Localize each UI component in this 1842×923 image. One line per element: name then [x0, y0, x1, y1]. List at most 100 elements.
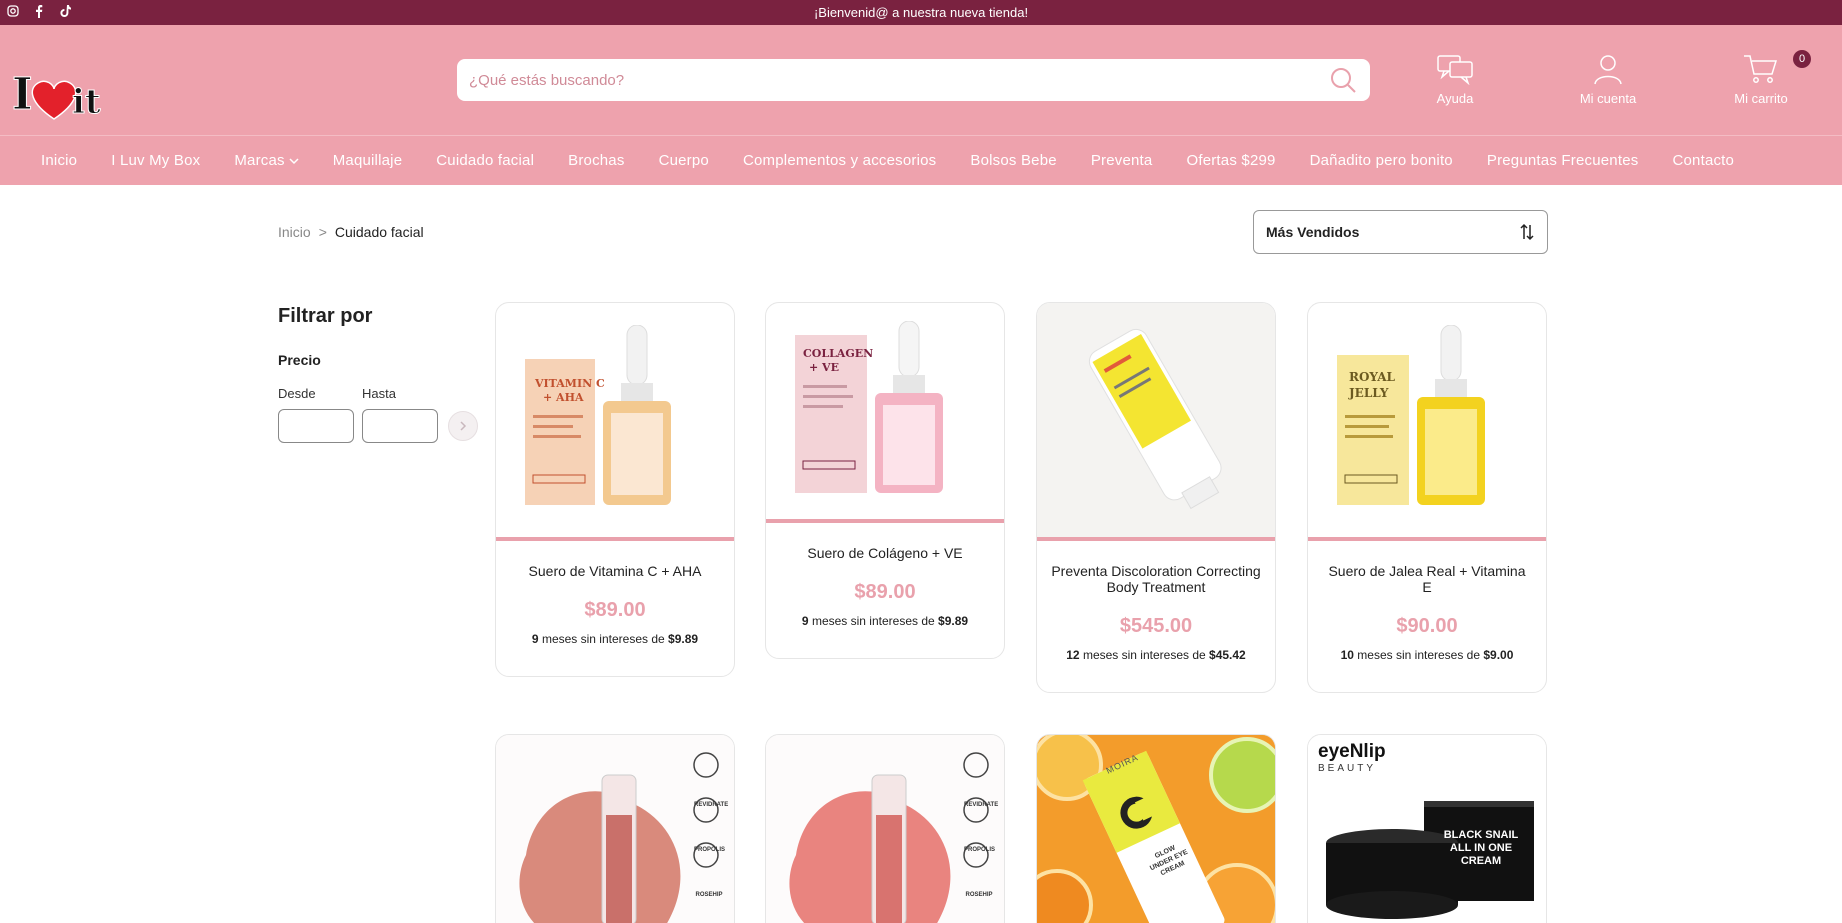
installment-amount: $9.00: [1483, 648, 1514, 662]
chat-icon: [1437, 55, 1473, 85]
installments-info: 9 meses sin intereses de $9.89: [496, 632, 734, 646]
product-card[interactable]: Preventa Discoloration Correcting Body T…: [1036, 302, 1276, 693]
product-card[interactable]: REVIDRATE PROPOLIS ROSEHIP: [765, 734, 1005, 923]
installment-text: meses sin intereses de: [811, 614, 935, 628]
nav-item-brochas[interactable]: Brochas: [568, 152, 624, 169]
nav-item-complementos[interactable]: Complementos y accesorios: [743, 152, 936, 169]
chevron-right-icon: [460, 421, 467, 431]
nav-item-bolsos-bebe[interactable]: Bolsos Bebe: [970, 152, 1056, 169]
product-price: $90.00: [1396, 615, 1458, 637]
site-header: I it ¿Qué estás buscando? Ayuda Mi cuent…: [0, 25, 1842, 135]
nav-item-marcas[interactable]: Marcas: [234, 152, 299, 169]
product-card[interactable]: COLLAGEN + VE Suero de Colágeno + VE $89…: [765, 302, 1005, 659]
breadcrumb-current: Cuidado facial: [334, 224, 424, 240]
badge-label: PROPOLIS: [694, 847, 726, 853]
breadcrumb: Inicio > Cuidado facial: [278, 224, 424, 240]
sort-selected-value: Más Vendidos: [1266, 224, 1360, 240]
announcement-bar: ¡Bienvenid@ a nuestra nueva tienda!: [0, 0, 1842, 25]
filter-title: Filtrar por: [278, 305, 373, 327]
social-links: [6, 3, 72, 19]
nav-item-danadito[interactable]: Dañadito pero bonito: [1310, 152, 1453, 169]
search-icon[interactable]: [1328, 65, 1358, 95]
svg-text:it: it: [72, 82, 101, 122]
price-to-label: Hasta: [362, 386, 396, 401]
chevron-down-icon: [289, 157, 299, 164]
apply-price-filter-button[interactable]: [448, 411, 478, 441]
help-label: Ayuda: [1436, 91, 1474, 106]
brand-subtitle: BEAUTY: [1318, 763, 1377, 774]
cart-link[interactable]: Mi carrito 0: [1701, 50, 1821, 106]
product-label-text: BLACK SNAIL ALL IN ONE CREAM: [1443, 829, 1519, 867]
account-label: Mi cuenta: [1579, 91, 1637, 106]
installment-months: 9: [531, 632, 539, 646]
installment-amount: $9.89: [938, 614, 969, 628]
product-card[interactable]: eyeNlip BEAUTY BLACK SNAIL ALL IN ONE CR…: [1307, 734, 1547, 923]
product-card[interactable]: ROYAL JELLY Suero de Jalea Real + Vitami…: [1307, 302, 1547, 693]
installments-info: 12 meses sin intereses de $45.42: [1037, 648, 1275, 662]
svg-text:VITAMIN C: VITAMIN C: [534, 377, 605, 390]
product-image[interactable]: MOIRA GLOW UNDER EYE CREAM: [1037, 735, 1275, 923]
installment-amount: $9.89: [668, 632, 699, 646]
nav-item-cuidado-facial[interactable]: Cuidado facial: [436, 152, 534, 169]
product-image[interactable]: eyeNlip BEAUTY BLACK SNAIL ALL IN ONE CR…: [1308, 735, 1546, 923]
nav-item-preguntas-frecuentes[interactable]: Preguntas Frecuentes: [1487, 152, 1639, 169]
tiktok-icon[interactable]: [58, 3, 72, 19]
nav-item-cuerpo[interactable]: Cuerpo: [659, 152, 709, 169]
main-content: Inicio > Cuidado facial Más Vendidos Filtr…: [0, 185, 1842, 923]
installment-text: meses sin intereses de: [1082, 648, 1206, 662]
installment-amount: $45.42: [1209, 648, 1246, 662]
price-from-input[interactable]: [278, 409, 354, 443]
store-logo[interactable]: I it: [10, 57, 114, 129]
installment-text: meses sin intereses de: [541, 632, 665, 646]
badge-label: ROSEHIP: [965, 892, 993, 898]
help-link[interactable]: Ayuda: [1395, 53, 1515, 106]
product-image[interactable]: [1037, 303, 1275, 541]
sort-select[interactable]: Más Vendidos: [1253, 210, 1548, 254]
product-image[interactable]: COLLAGEN + VE: [766, 303, 1004, 523]
product-card[interactable]: MOIRA GLOW UNDER EYE CREAM: [1036, 734, 1276, 923]
badge-label: REVIDRATE: [694, 802, 729, 808]
product-name[interactable]: Preventa Discoloration Correcting Body T…: [1037, 563, 1275, 595]
price-to-input[interactable]: [362, 409, 438, 443]
nav-item-ofertas[interactable]: Ofertas $299: [1186, 152, 1275, 169]
product-price: $545.00: [1119, 615, 1193, 637]
product-card[interactable]: REVIDRATE PROPOLIS ROSEHIP: [495, 734, 735, 923]
sort-arrows-icon: [1520, 223, 1534, 241]
search-input[interactable]: ¿Qué estás buscando?: [469, 72, 1328, 89]
product-price: $89.00: [854, 581, 916, 603]
facebook-icon[interactable]: [32, 3, 46, 19]
svg-text:+ VE: + VE: [809, 361, 839, 374]
nav-item-inicio[interactable]: Inicio: [41, 152, 77, 169]
svg-text:COLLAGEN: COLLAGEN: [803, 347, 873, 360]
badge-label: PROPOLIS: [964, 847, 996, 853]
price-filter-title: Precio: [278, 352, 321, 368]
badge-label: ROSEHIP: [695, 892, 723, 898]
announcement-text: ¡Bienvenid@ a nuestra nueva tienda!: [813, 5, 1029, 20]
installments-info: 9 meses sin intereses de $9.89: [766, 614, 1004, 628]
search-bar[interactable]: ¿Qué estás buscando?: [457, 59, 1370, 101]
installment-months: 12: [1066, 648, 1080, 662]
cart-icon: [1744, 55, 1778, 83]
account-link[interactable]: Mi cuenta: [1548, 53, 1668, 106]
svg-text:JELLY: JELLY: [1348, 386, 1389, 400]
product-card[interactable]: VITAMIN C + AHA Suero de Vitamina C + AH…: [495, 302, 735, 677]
main-nav: Inicio I Luv My Box Marcas Maquillaje Cu…: [0, 135, 1842, 185]
badge-label: REVIDRATE: [964, 802, 999, 808]
cart-label: Mi carrito: [1734, 91, 1788, 106]
installment-months: 10: [1340, 648, 1354, 662]
instagram-icon[interactable]: [6, 3, 20, 19]
nav-item-preventa[interactable]: Preventa: [1091, 152, 1153, 169]
product-name[interactable]: Suero de Vitamina C + AHA: [496, 563, 734, 579]
product-image[interactable]: ROYAL JELLY: [1308, 303, 1546, 541]
product-name[interactable]: Suero de Jalea Real + Vitamina E: [1308, 563, 1546, 595]
installments-info: 10 meses sin intereses de $9.00: [1308, 648, 1546, 662]
breadcrumb-home[interactable]: Inicio: [278, 224, 311, 240]
product-image[interactable]: VITAMIN C + AHA: [496, 303, 734, 541]
breadcrumb-separator: >: [318, 224, 327, 240]
product-name[interactable]: Suero de Colágeno + VE: [766, 545, 1004, 561]
nav-item-contacto[interactable]: Contacto: [1672, 152, 1734, 169]
nav-item-i-luv-my-box[interactable]: I Luv My Box: [111, 152, 200, 169]
filter-panel: Filtrar por Precio Desde Hasta: [278, 305, 478, 443]
installment-text: meses sin intereses de: [1357, 648, 1481, 662]
nav-item-maquillaje[interactable]: Maquillaje: [333, 152, 403, 169]
